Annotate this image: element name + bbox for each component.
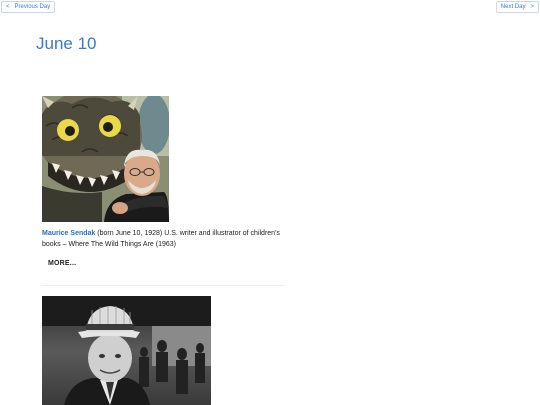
next-day-label: Next Day: [500, 4, 526, 10]
chevron-right-icon: >: [530, 4, 534, 10]
entry-name-link[interactable]: Maurice Sendak: [42, 230, 95, 237]
next-day-button[interactable]: Next Day >: [495, 1, 539, 13]
entry-photo: [42, 296, 211, 405]
entry-description: Maurice Sendak (born June 10, 1928) U.S.…: [42, 229, 282, 250]
previous-day-label: Previous Day: [14, 4, 51, 10]
page-title: June 10: [36, 34, 97, 53]
more-button[interactable]: MORE...: [48, 260, 76, 267]
entry-photo: [42, 96, 169, 222]
entry-divider: [42, 285, 284, 286]
chevron-left-icon: <: [6, 4, 10, 10]
previous-day-button[interactable]: < Previous Day: [1, 1, 56, 13]
